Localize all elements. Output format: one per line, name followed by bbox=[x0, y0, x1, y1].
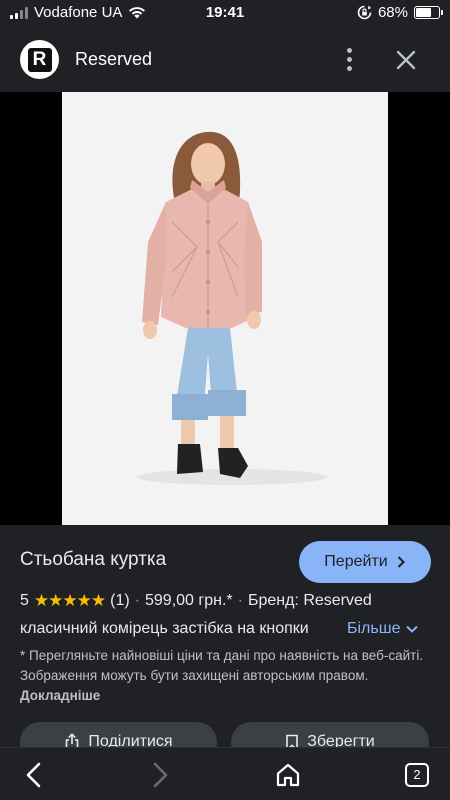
site-name[interactable]: Reserved bbox=[75, 49, 152, 70]
image-preview[interactable] bbox=[0, 92, 450, 525]
separator-dot: · bbox=[134, 592, 140, 609]
tabs-count: 2 bbox=[405, 763, 429, 787]
more-button[interactable]: Більше bbox=[347, 620, 419, 638]
chevron-right-icon bbox=[397, 556, 405, 568]
brand: Бренд: Reserved bbox=[247, 592, 372, 609]
review-count: (1) bbox=[110, 592, 130, 609]
forward-arrow-icon bbox=[153, 762, 168, 788]
disclaimer-text: * Перегляньте найновіші ціни та дані про… bbox=[20, 648, 424, 683]
product-description: класичний комірець застібка на кнопки bbox=[20, 620, 309, 637]
close-icon[interactable] bbox=[390, 44, 422, 76]
site-logo: R bbox=[20, 40, 59, 79]
result-header: R Reserved bbox=[0, 26, 450, 92]
forward-button[interactable] bbox=[143, 758, 177, 792]
more-options-icon[interactable] bbox=[334, 44, 364, 74]
bottom-nav: 2 bbox=[0, 747, 450, 800]
product-info-panel: Стьобана куртка Перейти 5 ★★★★★ (1) · 59… bbox=[0, 525, 450, 762]
disclaimer: * Перегляньте найновіші ціни та дані про… bbox=[20, 646, 430, 706]
status-right: 68% bbox=[357, 4, 443, 21]
rating-value: 5 bbox=[20, 592, 29, 609]
battery-icon bbox=[414, 6, 443, 19]
home-icon bbox=[276, 763, 300, 787]
chevron-down-icon bbox=[406, 625, 419, 633]
price: 599,00 грн.* bbox=[145, 592, 233, 609]
product-photo[interactable] bbox=[62, 92, 388, 525]
star-rating-icon: ★★★★★ bbox=[33, 591, 106, 610]
separator-dot: · bbox=[237, 592, 243, 609]
site-logo-letter: R bbox=[27, 47, 52, 72]
tabs-button[interactable]: 2 bbox=[400, 758, 434, 792]
battery-fill bbox=[416, 8, 431, 17]
product-meta: 5 ★★★★★ (1) · 599,00 грн.* · Бренд: Rese… bbox=[20, 591, 372, 611]
visit-button-label: Перейти bbox=[324, 553, 388, 570]
back-arrow-icon bbox=[26, 762, 41, 788]
status-bar: Vodafone UA 19:41 68% bbox=[0, 0, 450, 26]
back-button[interactable] bbox=[17, 758, 51, 792]
visit-button[interactable]: Перейти bbox=[299, 541, 431, 583]
details-link[interactable]: Докладніше bbox=[20, 688, 100, 703]
product-photo-illustration bbox=[62, 92, 388, 525]
battery-percent: 68% bbox=[377, 4, 408, 21]
home-button[interactable] bbox=[271, 758, 305, 792]
orientation-lock-icon bbox=[357, 5, 372, 20]
more-button-label: Більше bbox=[347, 620, 401, 637]
product-title: Стьобана куртка bbox=[20, 549, 167, 570]
